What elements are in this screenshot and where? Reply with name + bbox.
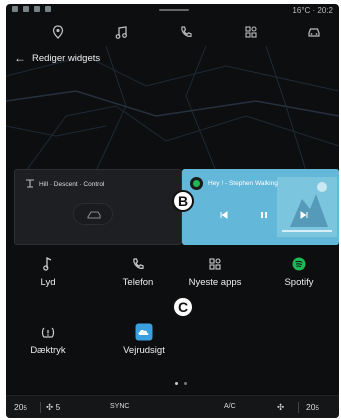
callout-b: B xyxy=(172,190,194,212)
callout-c: C xyxy=(172,296,194,318)
app-label: Nyeste apps xyxy=(188,277,242,288)
passenger-temp[interactable]: 205 xyxy=(306,402,319,412)
user-icon xyxy=(34,6,40,12)
fan-level: 5 xyxy=(55,402,61,412)
apps-icon[interactable] xyxy=(241,23,261,41)
app-label: Vejrudsigt xyxy=(123,345,165,356)
temperature-readout: 16°C xyxy=(292,6,311,15)
app-label: Lyd xyxy=(40,277,56,288)
page-dot-active[interactable] xyxy=(175,382,178,385)
page-dot[interactable] xyxy=(184,382,187,385)
phone-icon xyxy=(98,254,178,274)
signal-icon xyxy=(23,6,29,12)
back-arrow-icon[interactable]: ← xyxy=(14,51,26,65)
status-icons xyxy=(12,6,51,12)
apps-grid-icon xyxy=(175,254,255,274)
spotify-icon xyxy=(259,254,339,274)
car-icon[interactable] xyxy=(304,23,324,41)
climate-bar: 205 ✣ 5 SYNC A/C ✣ 205 xyxy=(6,395,339,418)
phone-icon[interactable] xyxy=(176,23,196,41)
widget-title: Hill · Descent · Control xyxy=(39,181,105,188)
sync-button[interactable]: SYNC xyxy=(110,403,129,410)
app-spotify[interactable]: Spotify xyxy=(259,254,339,288)
status-right: 16°C · 20:2 xyxy=(292,6,333,15)
track-title: Hey ! - Stephen Walking xyxy=(208,180,278,187)
app-label: Spotify xyxy=(284,277,314,288)
passenger-temp-fraction: 5 xyxy=(315,406,319,412)
spotify-logo-icon xyxy=(190,177,203,190)
hill-descent-toggle[interactable] xyxy=(73,203,113,225)
title-bar: ← Rediger widgets xyxy=(6,48,339,68)
driver-temp[interactable]: 205 xyxy=(14,402,27,412)
ac-button[interactable]: A/C xyxy=(224,403,236,410)
infotainment-screen: 16°C · 20:2 ← Rediger widgets Hill · Des… xyxy=(6,4,339,418)
app-lyd[interactable]: Lyd xyxy=(8,254,88,288)
previous-track-icon[interactable] xyxy=(220,211,228,219)
fan-speed[interactable]: ✣ 5 xyxy=(46,402,60,413)
pull-down-handle[interactable] xyxy=(159,9,189,11)
car-slope-icon xyxy=(87,211,101,219)
weather-icon xyxy=(104,322,184,342)
app-daektryk[interactable]: Dæktryk xyxy=(8,322,88,356)
app-telefon[interactable]: Telefon xyxy=(98,254,178,288)
app-grid: Lyd Telefon Nyeste apps Spotify Dæktryk xyxy=(6,254,339,379)
tire-pressure-icon xyxy=(8,322,88,342)
music-note-icon xyxy=(8,254,88,274)
driver-temp-fraction: 5 xyxy=(23,406,27,412)
divider xyxy=(298,402,299,413)
music-icon[interactable] xyxy=(111,23,131,41)
hill-descent-widget[interactable]: Hill · Descent · Control xyxy=(14,169,182,245)
top-nav xyxy=(6,20,339,44)
pause-icon[interactable] xyxy=(260,211,268,219)
wifi-icon xyxy=(12,6,18,12)
app-nyeste-apps[interactable]: Nyeste apps xyxy=(175,254,255,288)
app-vejrudsigt[interactable]: Vejrudsigt xyxy=(104,322,184,356)
app-label: Dæktryk xyxy=(30,345,66,356)
hill-descent-icon xyxy=(26,179,34,188)
divider xyxy=(40,402,41,413)
location-icon[interactable] xyxy=(48,23,68,41)
page-title: Rediger widgets xyxy=(32,53,101,64)
next-track-icon[interactable] xyxy=(300,211,308,219)
fan-icon: ✣ xyxy=(46,402,54,412)
status-bar: 16°C · 20:2 xyxy=(6,4,339,18)
app-label: Telefon xyxy=(122,277,154,288)
bluetooth-icon xyxy=(45,6,51,12)
clock: 20:2 xyxy=(317,6,333,15)
passenger-fan-icon[interactable]: ✣ xyxy=(277,402,284,413)
page-indicator xyxy=(175,382,187,385)
spotify-widget[interactable]: Hey ! - Stephen Walking xyxy=(182,169,339,245)
